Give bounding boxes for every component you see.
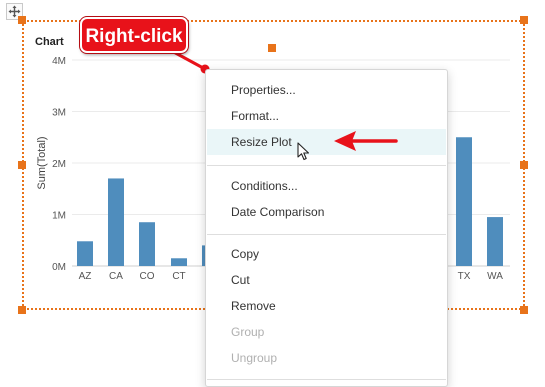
red-left-arrow-icon: [334, 131, 398, 151]
